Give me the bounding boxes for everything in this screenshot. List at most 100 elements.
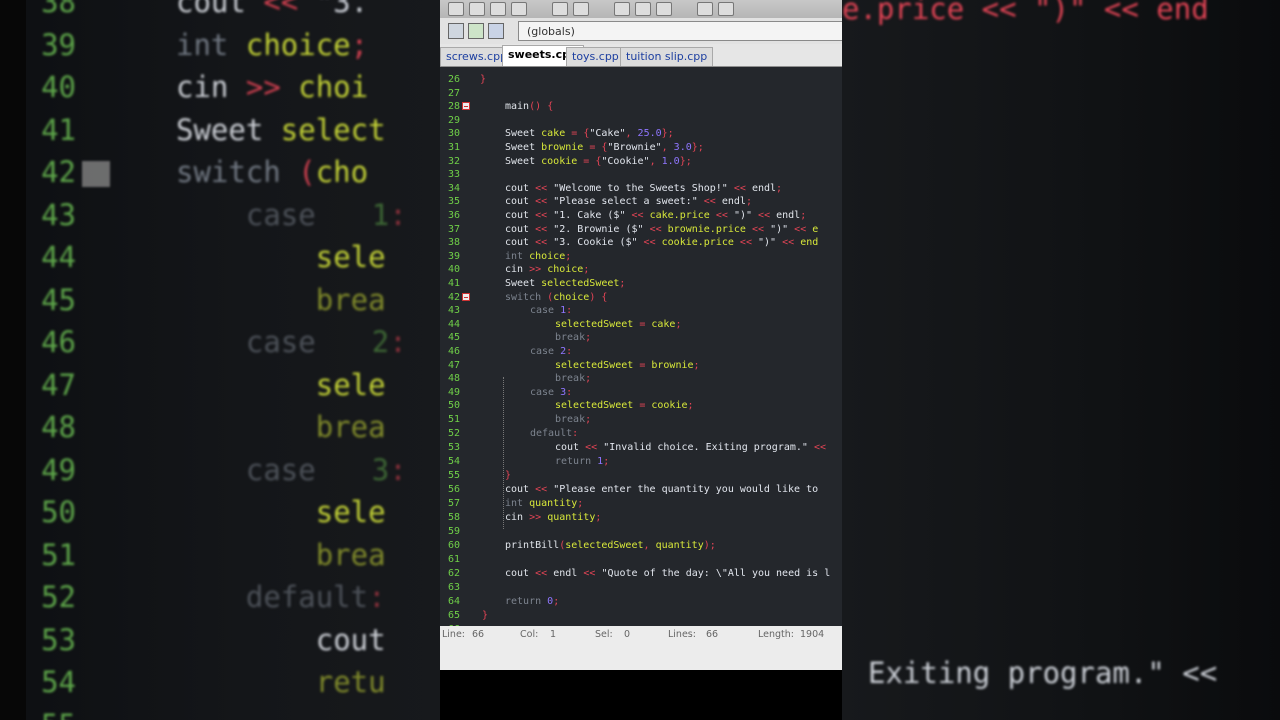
line-number: 47	[447, 359, 460, 371]
line-number: 34	[447, 182, 460, 194]
line-number: 63	[447, 581, 460, 593]
line-number: 44	[447, 318, 460, 330]
code-line: 44 selectedSweet = cake;	[440, 318, 842, 332]
bg-code-text: default:	[245, 580, 386, 614]
line-number: 65	[447, 609, 460, 621]
tab-tuition-slip[interactable]: tuition slip.cpp	[620, 47, 714, 66]
code-line: 33	[440, 168, 842, 182]
code-text-line: case 3:	[530, 386, 573, 398]
save-icon[interactable]	[490, 2, 506, 16]
bg-code-text: switch (cho	[176, 155, 369, 189]
debug-icon[interactable]	[697, 2, 713, 16]
code-editor[interactable]: 26} 27 28 main() {29 30 Sweet cake = {"Cake",…	[440, 66, 842, 635]
code-line: 31 Sweet brownie = {"Brownie", 3.0};	[440, 141, 842, 155]
line-number: 53	[447, 442, 460, 454]
code-text-line: Sweet brownie = {"Brownie", 3.0};	[505, 142, 704, 153]
code-text-line: cout << "Please select a sweet:" << endl…	[505, 196, 752, 208]
line-number: 55	[447, 470, 460, 482]
code-line: 40 cin >> choice;	[440, 263, 842, 277]
cut-icon[interactable]	[552, 2, 568, 16]
compile-icon[interactable]	[635, 2, 651, 16]
run-icon[interactable]	[656, 2, 672, 16]
line-number: 30	[447, 128, 460, 140]
line-number: 58	[447, 512, 460, 523]
code-text-line: cout << "Please enter the quantity you w…	[505, 484, 819, 496]
code-text-line: case 2:	[530, 346, 573, 357]
line-number: 27	[447, 87, 460, 99]
scope-select[interactable]: (globals)	[518, 21, 842, 41]
code-line: 62 cout << endl << "Quote of the day: \"A…	[440, 567, 842, 581]
class-browser-icon[interactable]	[448, 23, 464, 39]
fold-toggle-icon[interactable]	[462, 292, 470, 301]
code-line: 38 cout << "3. Cookie ($" << cookie.price…	[440, 236, 842, 250]
code-line: 45 break;	[440, 331, 842, 345]
line-number: 43	[447, 305, 460, 317]
code-text-line: cout << "2. Brownie ($" << brownie.price…	[505, 223, 819, 235]
status-bar: Line: 66 Col: 1 Sel: 0 Lines: 66 Length:…	[440, 626, 842, 670]
bookmark-icon[interactable]	[488, 23, 504, 39]
status-line-value: 66	[472, 629, 485, 640]
background-zoom-right: e.price << ")" << end Exiting program." …	[842, 0, 1280, 720]
bg-code-text: case 1:	[245, 197, 407, 232]
code-text-line: }	[505, 470, 512, 482]
bg-code-text: retu	[315, 665, 386, 699]
code-text-line: return 1;	[555, 456, 610, 468]
copy-icon[interactable]	[573, 2, 589, 16]
code-text-line: cout << "1. Cake ($" << cake.price << ")…	[505, 210, 807, 221]
code-line: 35 cout << "Please select a sweet:" << en…	[440, 195, 842, 209]
fold-toggle-icon[interactable]	[462, 102, 470, 111]
status-sel-value: 0	[624, 629, 631, 640]
line-number: 42	[447, 291, 460, 303]
back-arrow-icon[interactable]	[468, 23, 484, 39]
bg-code-text: sele	[315, 367, 386, 402]
bg-code-text: cout << "3.	[176, 0, 369, 19]
tab-toys[interactable]: toys.cpp	[566, 47, 625, 66]
code-line: 54 return 1;	[440, 455, 842, 469]
line-number: 57	[447, 498, 460, 510]
print-icon[interactable]	[511, 2, 527, 16]
line-number: 41	[447, 278, 460, 289]
bg-line-number: 45	[41, 282, 76, 317]
code-line: 37 cout << "2. Brownie ($" << brownie.pri…	[440, 223, 842, 237]
line-number: 39	[447, 250, 460, 262]
code-text-line: printBill(selectedSweet, quantity);	[505, 539, 716, 551]
code-line: 46 case 2:	[440, 345, 842, 359]
bg-line-number: 52	[41, 580, 76, 614]
code-text-line: int choice;	[505, 250, 572, 262]
code-text-line: cout << "3. Cookie ($" << cookie.price <…	[505, 237, 819, 249]
code-line: 58 cin >> quantity;	[440, 511, 842, 525]
line-number: 29	[447, 114, 460, 126]
code-text-line: break;	[555, 332, 592, 344]
bg-line-number: 55	[20, 708, 76, 720]
bg-code-text: cin >> choi	[176, 70, 369, 104]
paste-icon[interactable]	[614, 2, 630, 16]
code-text-line: Sweet selectedSweet;	[505, 278, 626, 289]
status-lines-value: 66	[706, 629, 719, 640]
bg-code-text: brea	[315, 410, 386, 444]
code-text-line: Sweet cake = {"Cake", 25.0};	[505, 128, 674, 140]
file-tabs: screws.cpp sweets.cpp toys.cpp tuition s…	[440, 44, 842, 67]
code-text-line: }	[480, 74, 487, 85]
code-text[interactable]: 26} 27 28 main() {29 30 Sweet cake = {"Cake",…	[440, 67, 842, 635]
options-icon[interactable]	[718, 2, 734, 16]
code-text-line: Sweet cookie = {"Cookie", 1.0};	[505, 155, 692, 167]
code-line: 50 selectedSweet = cookie;	[440, 399, 842, 413]
bg-code-text: case 2:	[245, 325, 407, 359]
bg-line-number: 41	[41, 112, 76, 147]
code-line: 60 printBill(selectedSweet, quantity);	[440, 539, 842, 553]
status-length-label: Length:	[758, 629, 794, 640]
code-text-line: break;	[555, 373, 592, 385]
code-line: 28 main() {	[440, 100, 842, 114]
open-file-icon[interactable]	[469, 2, 485, 16]
new-file-icon[interactable]	[448, 2, 464, 16]
code-line: 49 case 3:	[440, 386, 842, 400]
status-col-label: Col:	[520, 629, 539, 640]
code-text-line: default:	[530, 428, 579, 440]
code-text-line: selectedSweet = brownie;	[555, 359, 700, 371]
bg-code-line: 47 sele	[20, 363, 386, 407]
bg-code-line: 44 sele	[20, 235, 386, 279]
bg-code-line: 53 cout	[20, 618, 386, 662]
code-line: 52 default:	[440, 427, 842, 441]
bg-code-line: 46 case 2:	[20, 320, 407, 364]
bg-line-number: 43	[41, 197, 76, 232]
